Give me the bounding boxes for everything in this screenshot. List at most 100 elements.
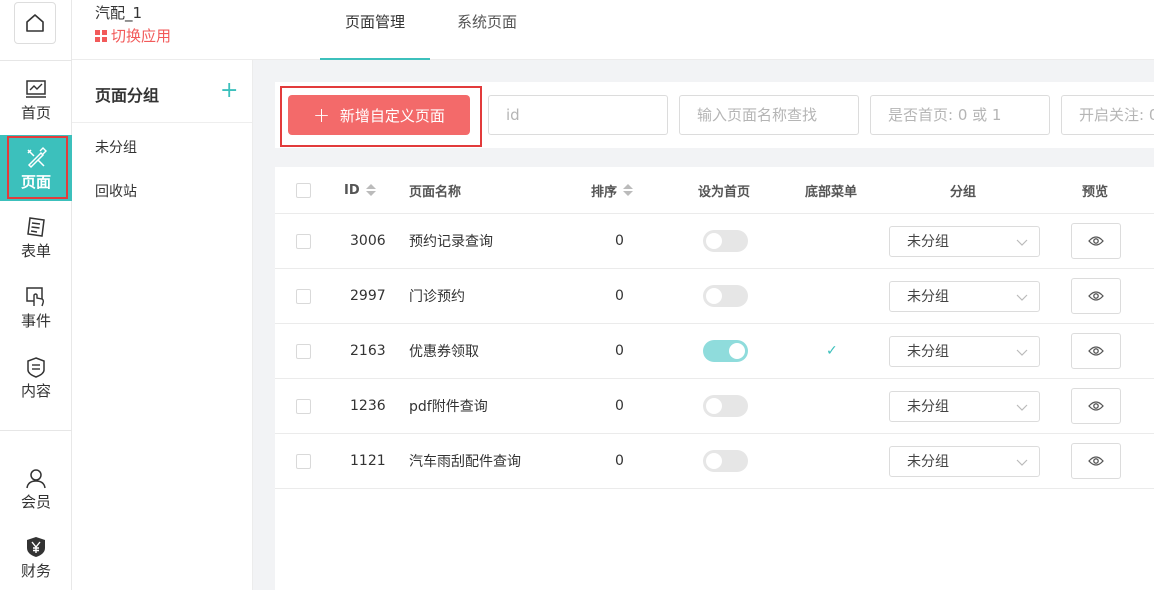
page-group-panel: 页面分组 + 未分组 回收站 [72, 60, 253, 590]
preview-button[interactable] [1071, 443, 1121, 479]
set-home-toggle[interactable] [703, 340, 748, 362]
name-cell: 门诊预约 [409, 289, 465, 305]
chevron-down-icon [1016, 239, 1028, 246]
group-select[interactable]: 未分组 [889, 390, 1040, 422]
nav-item-forms[interactable]: 表单 [0, 204, 72, 270]
switch-app-link[interactable]: 切换应用 [95, 25, 171, 46]
group-select-cell: 未分组 [889, 324, 1040, 378]
column-header-sort[interactable]: 排序 [591, 167, 634, 213]
checkbox-cell [296, 379, 311, 433]
group-item-recycle-bin[interactable]: 回收站 [95, 181, 137, 201]
home-toggle-cell [703, 379, 748, 433]
row-checkbox[interactable] [296, 398, 311, 414]
eye-icon [1088, 346, 1104, 356]
top-header: 汽配_1 切换应用 页面管理 系统页面 [72, 0, 1154, 60]
table-row: 1236 pdf附件查询 0 未分组 [275, 379, 1154, 434]
checkbox-cell [296, 324, 311, 378]
row-checkbox[interactable] [296, 343, 311, 359]
design-tools-icon [24, 146, 48, 170]
filter-toolbar: + 新增自定义页面 [275, 82, 1154, 148]
group-select-cell: 未分组 [889, 214, 1040, 268]
group-select[interactable]: 未分组 [889, 335, 1040, 367]
eye-icon [1088, 291, 1104, 301]
name-cell: pdf附件查询 [409, 399, 488, 415]
select-all-checkbox[interactable] [296, 182, 311, 198]
preview-cell [1071, 324, 1121, 378]
touch-icon [24, 285, 48, 309]
eye-icon [1088, 236, 1104, 246]
nav-label: 表单 [20, 241, 51, 260]
table-row: 2997 门诊预约 0 未分组 [275, 269, 1154, 324]
switch-app-label: 切换应用 [111, 27, 172, 45]
preview-button[interactable] [1071, 278, 1121, 314]
left-nav-rail: 首页 页面 表单 事件 内容 会员 财务 [0, 0, 72, 590]
set-home-toggle[interactable] [703, 285, 748, 307]
sort-cell: 0 [615, 233, 624, 249]
toggle-knob [729, 343, 745, 359]
preview-button[interactable] [1071, 223, 1121, 259]
tab-page-management[interactable]: 页面管理 [320, 0, 430, 60]
checkbox-cell [296, 434, 311, 488]
table-row: 1121 汽车雨刮配件查询 0 未分组 [275, 434, 1154, 489]
column-header-menu: 底部菜单 [805, 184, 858, 200]
id-cell: 1236 [350, 398, 386, 414]
sort-cell: 0 [615, 398, 624, 414]
id-filter-input[interactable] [488, 95, 668, 135]
set-home-toggle[interactable] [703, 450, 748, 472]
nav-item-content[interactable]: 内容 [0, 344, 72, 410]
group-select[interactable]: 未分组 [889, 225, 1040, 257]
column-header-name: 页面名称 [409, 184, 462, 200]
name-cell: 优惠券领取 [409, 344, 479, 360]
chevron-down-icon [1016, 404, 1028, 411]
group-item-ungrouped[interactable]: 未分组 [95, 137, 137, 157]
id-cell: 3006 [350, 233, 386, 249]
row-checkbox[interactable] [296, 288, 311, 304]
home-button[interactable] [14, 2, 56, 44]
chevron-down-icon [1016, 459, 1028, 466]
set-home-toggle[interactable] [703, 395, 748, 417]
toggle-knob [706, 288, 722, 304]
add-custom-page-button[interactable]: + 新增自定义页面 [288, 95, 470, 135]
eye-icon [1088, 456, 1104, 466]
pages-table: ID 页面名称 排序 设为首页 底部菜单 分组 预览 3006 预约记录查询 0… [275, 167, 1154, 590]
tab-system-pages[interactable]: 系统页面 [442, 0, 532, 60]
nav-item-home[interactable]: 首页 [0, 66, 72, 132]
preview-button[interactable] [1071, 388, 1121, 424]
group-select[interactable]: 未分组 [889, 280, 1040, 312]
group-select-cell: 未分组 [889, 379, 1040, 433]
plus-icon: + [313, 103, 330, 127]
nav-label: 首页 [20, 103, 51, 122]
column-header-home: 设为首页 [698, 184, 751, 200]
nav-item-members[interactable]: 会员 [0, 455, 72, 521]
house-icon [26, 14, 44, 32]
table-header-row: ID 页面名称 排序 设为首页 底部菜单 分组 预览 [275, 167, 1154, 214]
add-custom-page-label: 新增自定义页面 [339, 106, 445, 125]
column-header-id[interactable]: ID [344, 167, 376, 213]
group-select[interactable]: 未分组 [889, 445, 1040, 477]
chevron-down-icon [1016, 349, 1028, 356]
user-icon [24, 466, 48, 490]
preview-button[interactable] [1071, 333, 1121, 369]
grid-icon [95, 29, 107, 42]
follow-filter-input[interactable] [1061, 95, 1154, 135]
table-row: 2163 优惠券领取 0 ✓ 未分组 [275, 324, 1154, 379]
set-home-toggle[interactable] [703, 230, 748, 252]
checkbox-cell [296, 269, 311, 323]
row-checkbox[interactable] [296, 453, 311, 469]
nav-item-events[interactable]: 事件 [0, 274, 72, 340]
preview-cell [1071, 214, 1121, 268]
row-checkbox[interactable] [296, 233, 311, 249]
group-select-value: 未分组 [907, 344, 949, 360]
nav-label: 财务 [20, 561, 51, 580]
id-cell: 2163 [350, 343, 386, 359]
is-home-filter-input[interactable] [870, 95, 1050, 135]
add-group-icon[interactable]: + [220, 80, 238, 102]
name-cell: 预约记录查询 [409, 234, 493, 250]
page-name-search-input[interactable] [679, 95, 859, 135]
nav-item-pages[interactable]: 页面 [0, 135, 72, 201]
group-select-value: 未分组 [907, 454, 949, 470]
nav-label: 会员 [20, 492, 51, 511]
nav-item-finance[interactable]: 财务 [0, 524, 72, 590]
home-toggle-cell [703, 269, 748, 323]
divider [72, 122, 252, 123]
